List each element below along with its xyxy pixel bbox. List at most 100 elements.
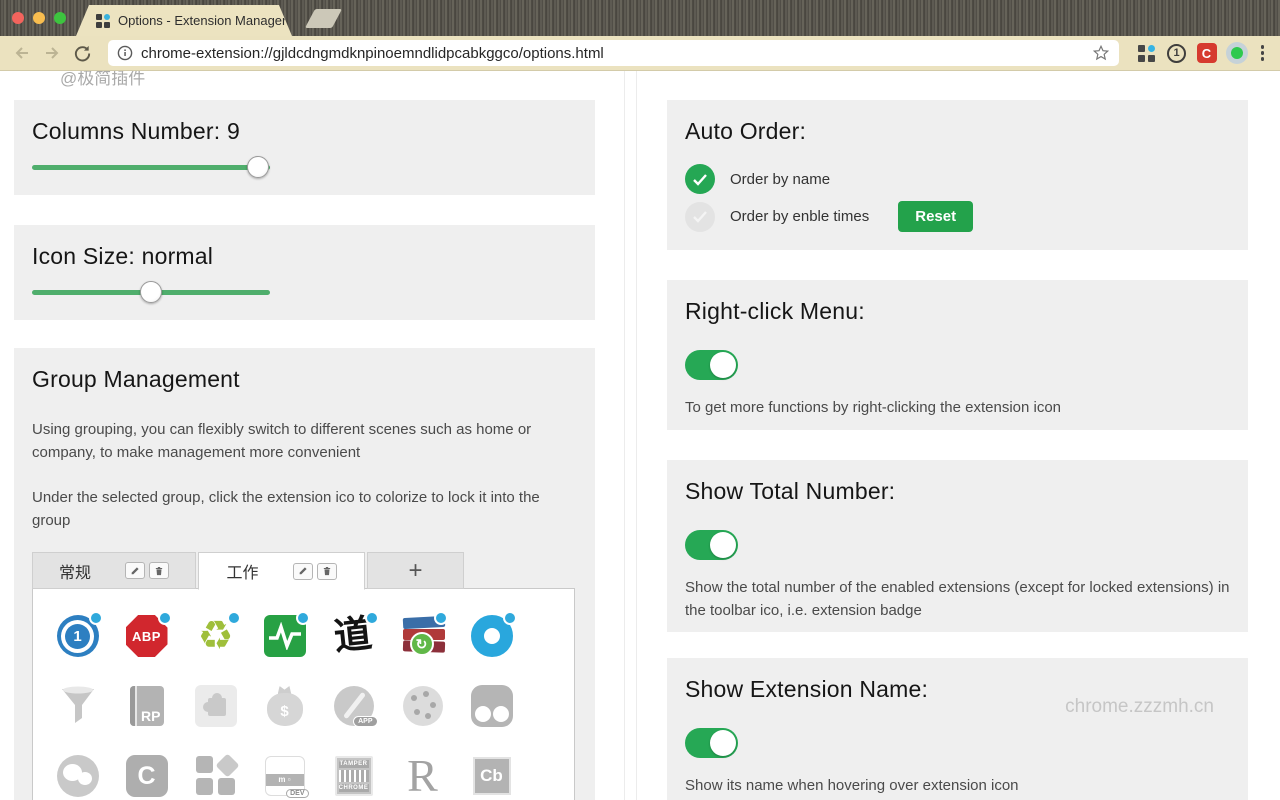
extension-icon-cookie[interactable] xyxy=(401,684,445,728)
show-total-number-toggle[interactable] xyxy=(685,530,738,560)
reload-icon[interactable] xyxy=(70,41,94,65)
enabled-badge xyxy=(503,611,517,625)
enabled-badge xyxy=(227,611,241,625)
tab-strip: Options - Extension Manager xyxy=(0,0,1280,36)
extension-icon-markdown-dev[interactable]: m ▫DEV xyxy=(263,754,307,798)
extension-icon-calligraphy[interactable]: 道 xyxy=(332,614,376,658)
group-management-title: Group Management xyxy=(32,364,577,394)
columns-number-value: 9 xyxy=(227,118,240,144)
slider-thumb[interactable] xyxy=(140,281,162,303)
enabled-badge xyxy=(89,611,103,625)
maximize-window-button[interactable] xyxy=(54,12,66,24)
back-icon[interactable] xyxy=(10,41,34,65)
order-by-enable-times-option[interactable]: Order by enble times Reset xyxy=(685,201,1230,232)
edit-group-icon[interactable] xyxy=(293,563,313,580)
auto-order-title: Auto Order: xyxy=(685,116,1230,146)
enabled-badge xyxy=(434,611,448,625)
right-click-menu-title: Right-click Menu: xyxy=(685,296,1230,326)
columns-number-slider[interactable] xyxy=(32,156,270,178)
show-total-number-description: Show the total number of the enabled ext… xyxy=(685,576,1230,622)
show-total-number-card: Show Total Number: Show the total number… xyxy=(667,460,1248,632)
refresh-icon: ↻ xyxy=(410,632,434,656)
extension-icon-cb[interactable]: Cb xyxy=(470,754,514,798)
extension-icon-onepassword[interactable]: 1 xyxy=(56,614,100,658)
enabled-badge xyxy=(296,611,310,625)
auto-order-card: Auto Order: Order by name Order by enble… xyxy=(667,100,1248,250)
icon-size-slider[interactable] xyxy=(32,281,270,303)
extension-icon-four-squares[interactable] xyxy=(194,754,238,798)
url-text[interactable]: chrome-extension://gjldcdngmdknpinoemndl… xyxy=(141,45,1084,62)
extension-icon-c[interactable]: C xyxy=(125,754,169,798)
icon-size-title: Icon Size: normal xyxy=(32,241,577,271)
right-click-menu-description: To get more functions by right-clicking … xyxy=(685,396,1230,419)
slider-thumb[interactable] xyxy=(247,156,269,178)
icon-size-card: Icon Size: normal xyxy=(14,225,595,320)
browser-menu-icon[interactable] xyxy=(1255,45,1271,61)
plus-icon: + xyxy=(408,557,422,585)
extension-manager-favicon xyxy=(96,14,110,28)
new-tab-button[interactable] xyxy=(305,9,342,28)
extension-icon-rp[interactable]: RP xyxy=(125,684,169,728)
extension-icon-adblock-plus[interactable]: ABP xyxy=(125,614,169,658)
forward-icon[interactable] xyxy=(40,41,64,65)
group-description-2: Under the selected group, click the exte… xyxy=(32,486,577,532)
green-dot-toolbar-icon[interactable] xyxy=(1225,41,1249,65)
extension-icon-r[interactable]: R xyxy=(401,754,445,798)
extension-grid: 1 ABP ♻ 道 ↻ RP $ APP C m ▫DEV xyxy=(32,588,575,800)
top-watermark: @极简插件 xyxy=(60,71,145,89)
onepassword-toolbar-icon[interactable]: 1 xyxy=(1165,41,1189,65)
address-bar[interactable]: chrome-extension://gjldcdngmdknpinoemndl… xyxy=(108,40,1119,66)
column-divider-gap xyxy=(625,71,636,800)
browser-tab[interactable]: Options - Extension Manager xyxy=(76,5,292,36)
site-watermark: chrome.zzzmh.cn xyxy=(1065,696,1214,718)
icon-size-value: normal xyxy=(142,243,214,269)
right-click-menu-card: Right-click Menu: To get more functions … xyxy=(667,280,1248,430)
extension-icon-wechat[interactable] xyxy=(56,754,100,798)
window-controls xyxy=(12,12,66,24)
edit-group-icon[interactable] xyxy=(125,562,145,579)
minimize-window-button[interactable] xyxy=(33,12,45,24)
tab-title: Options - Extension Manager xyxy=(118,13,286,28)
add-group-tab[interactable]: + xyxy=(367,552,464,589)
red-c-toolbar-icon[interactable]: C xyxy=(1195,41,1219,65)
order-by-name-option[interactable]: Order by name xyxy=(685,164,1230,194)
left-column: @极简插件 Columns Number: 9 Icon Size: norma… xyxy=(0,71,625,800)
extension-icon-app-tool[interactable]: APP xyxy=(332,684,376,728)
extension-manager-toolbar-icon[interactable] xyxy=(1135,41,1159,65)
page-info-icon[interactable] xyxy=(117,45,133,61)
show-total-number-title: Show Total Number: xyxy=(685,476,1230,506)
delete-group-icon[interactable] xyxy=(317,563,337,580)
show-extension-name-description: Show its name when hovering over extensi… xyxy=(685,774,1230,797)
options-page: @极简插件 Columns Number: 9 Icon Size: norma… xyxy=(0,71,1280,800)
extension-icon-money-bag[interactable]: $ xyxy=(263,684,307,728)
enabled-badge xyxy=(158,611,172,625)
extension-icon-two-circles[interactable] xyxy=(470,684,514,728)
right-click-menu-toggle[interactable] xyxy=(685,350,738,380)
enabled-badge xyxy=(365,611,379,625)
extension-icon-blue-ring[interactable] xyxy=(470,614,514,658)
show-extension-name-card: Show Extension Name: chrome.zzzmh.cn Sho… xyxy=(667,658,1248,800)
checked-radio-icon[interactable] xyxy=(685,164,715,194)
bookmark-star-icon[interactable] xyxy=(1092,44,1110,62)
group-tab-changui[interactable]: 常规 xyxy=(32,552,196,589)
extension-icon-stock-monitor[interactable] xyxy=(263,614,307,658)
right-column: Auto Order: Order by name Order by enble… xyxy=(636,71,1280,800)
columns-number-card: Columns Number: 9 xyxy=(14,100,595,195)
delete-group-icon[interactable] xyxy=(149,562,169,579)
reset-button[interactable]: Reset xyxy=(898,201,973,232)
extension-icon-puzzle[interactable] xyxy=(194,684,238,728)
browser-toolbar: chrome-extension://gjldcdngmdknpinoemndl… xyxy=(0,36,1280,71)
slider-track[interactable] xyxy=(32,165,270,170)
extension-icon-funnel[interactable] xyxy=(56,684,100,728)
group-description-1: Using grouping, you can flexibly switch … xyxy=(32,418,577,464)
group-tab-gongzuo[interactable]: 工作 xyxy=(198,552,365,590)
show-extension-name-toggle[interactable] xyxy=(685,728,738,758)
unchecked-radio-icon[interactable] xyxy=(685,202,715,232)
group-management-card: Group Management Using grouping, you can… xyxy=(14,348,595,800)
group-tabs: 常规 工作 + xyxy=(32,552,577,589)
columns-number-title: Columns Number: 9 xyxy=(32,116,577,146)
extension-icon-book-refresh[interactable]: ↻ xyxy=(401,614,445,658)
extension-icon-recycle[interactable]: ♻ xyxy=(194,614,238,658)
close-window-button[interactable] xyxy=(12,12,24,24)
extension-icon-tamper-chrome[interactable]: TAMPERCHROME xyxy=(332,754,376,798)
